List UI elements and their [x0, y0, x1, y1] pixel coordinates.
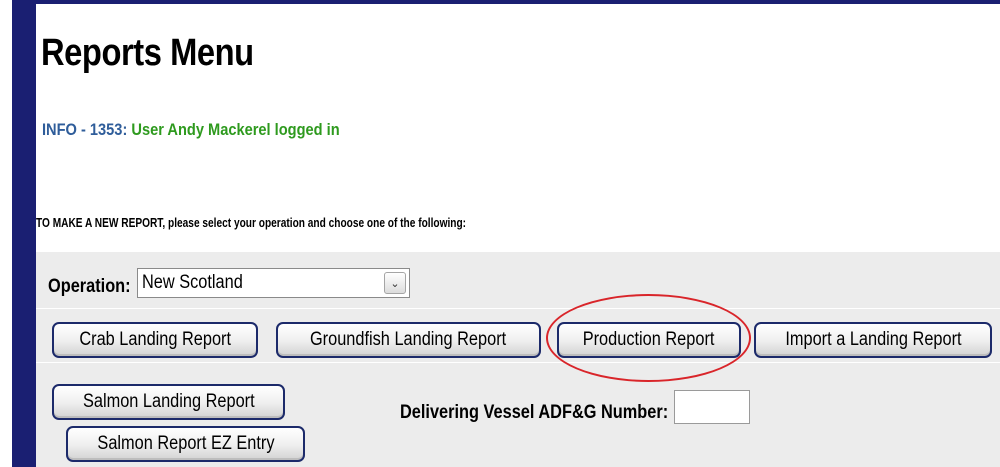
operation-selected-value: New Scotland: [142, 272, 243, 293]
vessel-number-label: Delivering Vessel ADF&G Number:: [400, 402, 669, 423]
groundfish-landing-report-button[interactable]: Groundfish Landing Report: [276, 322, 541, 358]
operation-select[interactable]: New Scotland ⌄: [137, 268, 410, 298]
import-landing-report-button[interactable]: Import a Landing Report: [754, 322, 992, 358]
side-stripe: [12, 0, 36, 467]
login-status: User Andy Mackerel logged in: [131, 120, 340, 139]
row-divider: [36, 308, 1000, 309]
left-margin: [0, 0, 12, 467]
chevron-down-icon[interactable]: ⌄: [384, 272, 406, 294]
operation-label: Operation:: [48, 276, 131, 297]
crab-landing-report-label: Crab Landing Report: [79, 329, 231, 350]
info-code: INFO - 1353:: [42, 120, 128, 139]
row-divider: [36, 362, 1000, 363]
main-content: Reports Menu INFO - 1353: User Andy Mack…: [36, 4, 1000, 467]
salmon-report-ez-entry-label: Salmon Report EZ Entry: [96, 433, 275, 454]
info-message: INFO - 1353: User Andy Mackerel logged i…: [42, 120, 340, 140]
salmon-landing-report-label: Salmon Landing Report: [82, 391, 255, 412]
production-report-button[interactable]: Production Report: [557, 322, 741, 358]
salmon-report-ez-entry-button[interactable]: Salmon Report EZ Entry: [66, 426, 305, 462]
page-title: Reports Menu: [41, 32, 254, 74]
salmon-landing-report-button[interactable]: Salmon Landing Report: [52, 384, 285, 420]
crab-landing-report-button[interactable]: Crab Landing Report: [52, 322, 258, 358]
groundfish-landing-report-label: Groundfish Landing Report: [310, 329, 507, 350]
production-report-label: Production Report: [583, 329, 715, 350]
import-landing-report-label: Import a Landing Report: [784, 329, 962, 350]
vessel-number-input[interactable]: [674, 390, 750, 424]
instructions-text: TO MAKE A NEW REPORT, please select your…: [36, 215, 467, 230]
